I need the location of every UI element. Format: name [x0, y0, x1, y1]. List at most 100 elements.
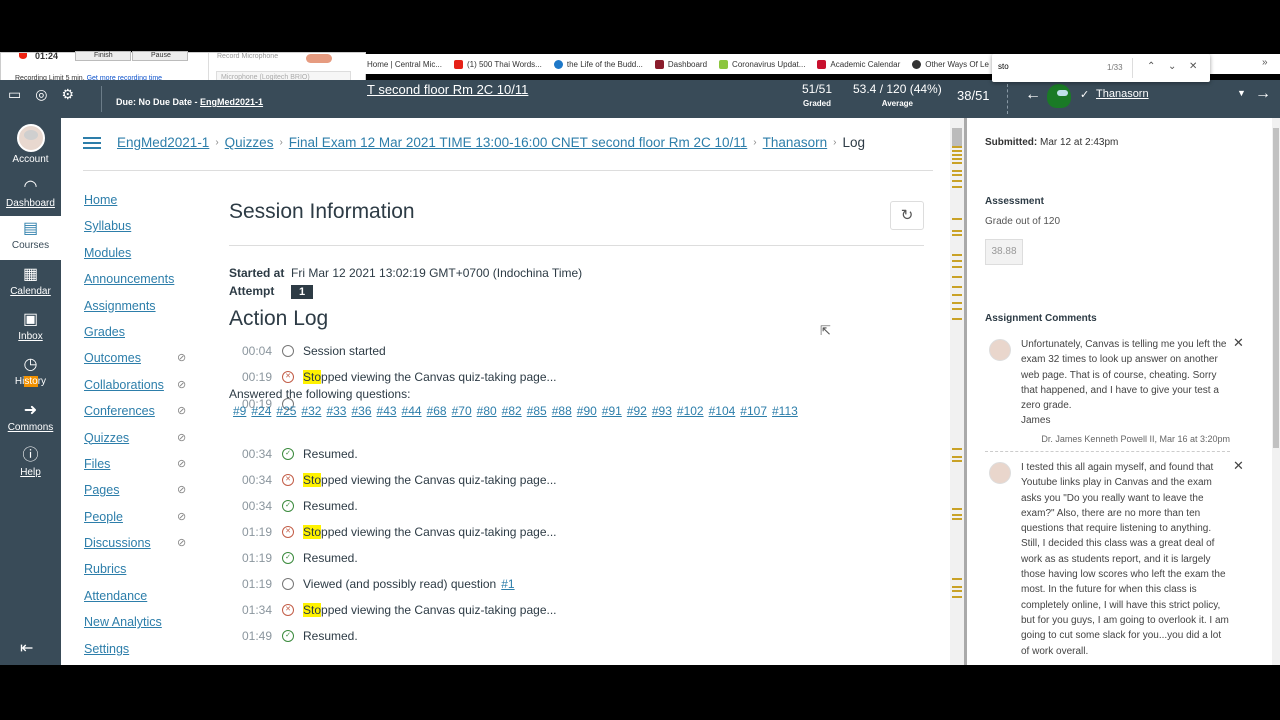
- delete-comment-icon[interactable]: ✕: [1233, 335, 1244, 351]
- nav-help[interactable]: ⓘ Help: [0, 447, 61, 478]
- question-link[interactable]: #25: [276, 404, 296, 418]
- nav-history[interactable]: ◷ History: [0, 356, 61, 387]
- bookmark[interactable]: Dashboard: [654, 59, 707, 69]
- course-nav-link[interactable]: Pages: [84, 483, 119, 497]
- finish-recording-button[interactable]: Finish: [75, 51, 131, 61]
- question-link[interactable]: #43: [377, 404, 397, 418]
- bookmark[interactable]: the Life of the Budd...: [553, 59, 643, 69]
- breadcrumb-student[interactable]: Thanasorn: [763, 135, 828, 150]
- find-next-icon[interactable]: ⌄: [1168, 61, 1176, 72]
- breadcrumb-course[interactable]: EngMed2021-1: [117, 135, 209, 150]
- bookmark[interactable]: Academic Calendar: [817, 59, 900, 69]
- find-marker: [952, 586, 962, 588]
- student-select[interactable]: Thanasorn: [1096, 88, 1149, 100]
- question-link[interactable]: #33: [326, 404, 346, 418]
- course-nav-link[interactable]: Collaborations: [84, 378, 164, 392]
- course-nav-link[interactable]: Outcomes: [84, 351, 141, 365]
- right-panel-scrollbar[interactable]: [1272, 118, 1280, 665]
- question-link[interactable]: #91: [602, 404, 622, 418]
- question-link[interactable]: #68: [427, 404, 447, 418]
- question-link[interactable]: #88: [552, 404, 572, 418]
- course-nav-link[interactable]: Modules: [84, 246, 131, 260]
- question-link[interactable]: #93: [652, 404, 672, 418]
- eye-icon[interactable]: ◎: [35, 86, 47, 103]
- microphone-toggle[interactable]: [306, 54, 332, 63]
- comment-author: Dr. James Kenneth Powell II, Mar 16 at 3…: [1041, 434, 1230, 444]
- course-nav-link[interactable]: People: [84, 510, 123, 524]
- gradebook-icon[interactable]: ▭: [8, 86, 21, 103]
- question-link[interactable]: #9: [233, 404, 246, 418]
- course-nav-link[interactable]: Rubrics: [84, 562, 126, 576]
- breadcrumb-quiz[interactable]: Final Exam 12 Mar 2021 TIME 13:00-16:00 …: [289, 135, 747, 150]
- pause-recording-button[interactable]: Pause: [132, 51, 188, 61]
- more-bookmarks-icon[interactable]: »: [1262, 57, 1268, 68]
- question-link[interactable]: #92: [627, 404, 647, 418]
- grade-input[interactable]: 38.88: [985, 239, 1023, 265]
- nav-dashboard[interactable]: ◠ Dashboard: [0, 178, 61, 209]
- course-nav-link[interactable]: Syllabus: [84, 219, 131, 233]
- nav-inbox[interactable]: ▣ Inbox: [0, 311, 61, 342]
- question-link[interactable]: #32: [301, 404, 321, 418]
- question-link[interactable]: #44: [402, 404, 422, 418]
- question-link[interactable]: #107: [740, 404, 767, 418]
- question-link[interactable]: #1: [501, 577, 514, 591]
- collapse-nav-icon[interactable]: ⇤: [20, 638, 33, 658]
- log-text: Resumed.: [303, 551, 358, 565]
- nav-courses[interactable]: ▤ Courses: [0, 216, 61, 260]
- course-nav-link[interactable]: Settings: [84, 642, 129, 656]
- chevron-down-icon[interactable]: ▼: [1237, 88, 1246, 98]
- refresh-button[interactable]: ↻: [890, 201, 924, 230]
- question-link[interactable]: #104: [709, 404, 736, 418]
- course-nav-item: Settings: [84, 642, 199, 668]
- course-nav-link[interactable]: Grades: [84, 325, 125, 339]
- question-link[interactable]: #36: [351, 404, 371, 418]
- log-time: 00:34: [242, 447, 273, 461]
- nav-commons[interactable]: ➜ Commons: [0, 402, 61, 433]
- course-nav-link[interactable]: Assignments: [84, 299, 156, 313]
- course-nav-link[interactable]: Announcements: [84, 272, 174, 286]
- nav-calendar[interactable]: ▦ Calendar: [0, 266, 61, 297]
- nav-account[interactable]: Account: [0, 124, 61, 165]
- question-link[interactable]: #82: [502, 404, 522, 418]
- question-link[interactable]: #90: [577, 404, 597, 418]
- question-link[interactable]: #85: [527, 404, 547, 418]
- scrollbar-thumb[interactable]: [952, 128, 962, 148]
- bookmark[interactable]: Home | Central Mic...: [367, 60, 442, 69]
- question-link[interactable]: #102: [677, 404, 704, 418]
- assignment-title-link[interactable]: T second floor Rm 2C 10/11: [367, 82, 528, 97]
- question-link[interactable]: #80: [477, 404, 497, 418]
- question-link[interactable]: #70: [452, 404, 472, 418]
- record-microphone-label: Record Microphone: [217, 53, 279, 60]
- course-nav-link[interactable]: Quizzes: [84, 431, 129, 445]
- breadcrumb-quizzes[interactable]: Quizzes: [225, 135, 274, 150]
- find-input[interactable]: [998, 62, 1078, 71]
- bookmark[interactable]: Other Ways Of Le: [912, 59, 989, 69]
- course-nav-link[interactable]: Home: [84, 193, 117, 207]
- previous-student-icon[interactable]: ←: [1025, 86, 1041, 104]
- hamburger-menu-icon[interactable]: [83, 136, 101, 149]
- main-content: EngMed2021-1 › Quizzes › Final Exam 12 M…: [61, 118, 951, 665]
- next-student-icon[interactable]: →: [1255, 85, 1271, 103]
- average-stat: 53.4 / 120 (44%) Average: [853, 82, 942, 108]
- course-link[interactable]: EngMed2021-1: [200, 97, 263, 107]
- course-nav-link[interactable]: Conferences: [84, 404, 155, 418]
- course-nav-link[interactable]: Attendance: [84, 589, 147, 603]
- course-nav-link[interactable]: Files: [84, 457, 110, 471]
- scrollbar-thumb[interactable]: [1273, 128, 1279, 448]
- question-link[interactable]: #24: [251, 404, 271, 418]
- check-icon: ✓: [1080, 89, 1090, 101]
- course-nav-item: Grades: [84, 325, 199, 351]
- bookmark[interactable]: Coronavirus Updat...: [719, 59, 805, 69]
- question-link[interactable]: #113: [772, 404, 798, 418]
- dashboard-icon: ◠: [23, 178, 38, 195]
- settings-icon[interactable]: ⚙: [61, 86, 74, 103]
- delete-comment-icon[interactable]: ✕: [1233, 458, 1244, 474]
- main-scrollbar[interactable]: [950, 118, 964, 665]
- find-marker: [952, 294, 962, 296]
- course-nav-link[interactable]: New Analytics: [84, 615, 162, 629]
- close-icon[interactable]: ✕: [1189, 61, 1197, 72]
- log-time: 00:34: [242, 473, 273, 487]
- course-nav-link[interactable]: Discussions: [84, 536, 151, 550]
- find-previous-icon[interactable]: ⌃: [1147, 61, 1155, 72]
- bookmark[interactable]: (1) 500 Thai Words...: [453, 59, 542, 69]
